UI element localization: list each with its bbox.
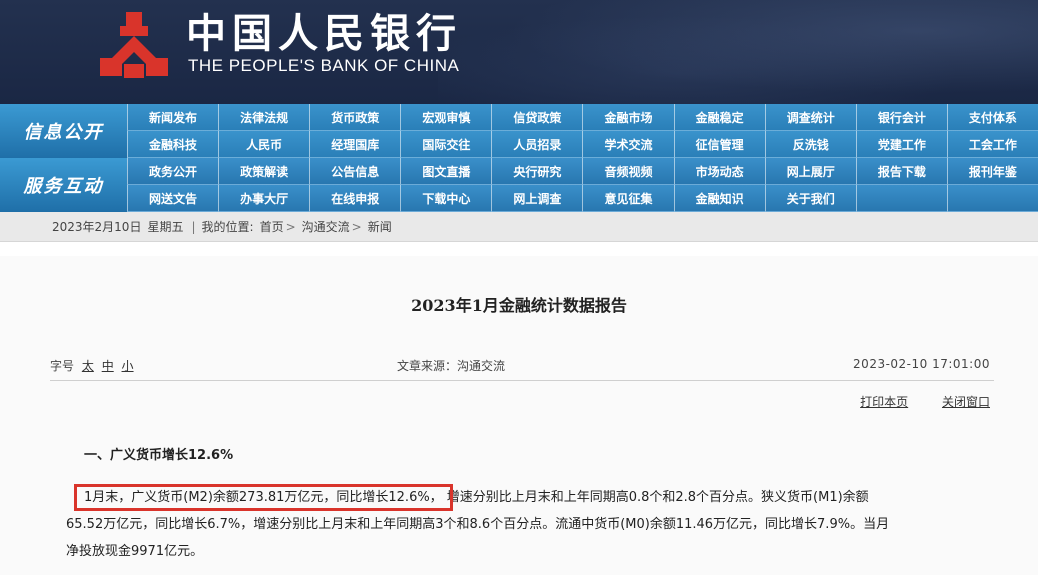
nav-item[interactable]: 货币政策 [309,104,401,131]
font-size-control: 字号 太 中 小 [50,357,134,374]
nav-item[interactable]: 金融稳定 [673,104,765,131]
font-size-small-link[interactable]: 小 [122,359,134,373]
section-heading: 一、广义货币增长12.6% [84,448,234,463]
nav-group-label: 信息公开 [0,104,127,158]
nav-item[interactable]: 意见征集 [582,185,674,212]
nav-group-service-interaction: 服务互动 政务公开 政策解读 公告信息 图文直播 央行研究 音频视频 市场动态 … [0,158,1038,212]
nav-item[interactable]: 支付体系 [946,104,1038,131]
breadcrumb-separator: > [351,219,362,234]
article-title: 2023年1月金融统计数据报告 [411,296,627,315]
current-date: 2023年2月10日 [52,220,142,234]
font-size-medium-link[interactable]: 中 [102,359,114,373]
bank-name-chinese: 中国人民银行 [186,10,462,57]
close-window-link[interactable]: 关闭窗口 [942,395,990,409]
nav-item[interactable]: 信贷政策 [491,104,583,131]
print-page-link[interactable]: 打印本页 [860,395,908,409]
main-navigation: 信息公开 新闻发布 法律法规 货币政策 宏观审慎 信贷政策 金融市场 金融稳定 … [0,104,1038,212]
nav-item[interactable]: 人民币 [218,131,310,158]
article-source: 文章来源：沟通交流 [397,359,506,373]
breadcrumb-communication-link[interactable]: 沟通交流 [302,218,350,235]
location-label: 我的位置: [201,220,254,234]
article-paragraph: 1月末，广义货币(M2)余额273.81万亿元，同比增长12.6%， 增速分别比上… [66,484,996,565]
nav-item[interactable]: 反洗钱 [764,131,856,158]
nav-item[interactable]: 工会工作 [946,131,1038,158]
nav-item[interactable]: 图文直播 [400,158,492,185]
nav-item[interactable]: 金融科技 [127,131,219,158]
banner-background-pattern [438,0,1038,104]
pboc-emblem-icon[interactable] [96,8,172,84]
paragraph-text: 增速分别比上月末和上年同期高0.8个和2.8个百分点。狭义货币(M1)余额 [446,490,869,505]
breadcrumb-bar: 2023年2月10日 星期五 | 我的位置: 首页 > 沟通交流 > 新闻 [0,212,1038,242]
nav-item[interactable]: 宏观审慎 [400,104,492,131]
nav-item[interactable]: 金融知识 [673,185,765,212]
nav-item[interactable]: 征信管理 [673,131,765,158]
site-header: 中国人民银行 THE PEOPLE'S BANK OF CHINA [0,0,1038,104]
bank-name-english: THE PEOPLE'S BANK OF CHINA [188,56,460,75]
nav-item[interactable]: 调查统计 [764,104,856,131]
article-datetime: 2023-02-10 17:01:00 [853,357,990,371]
paragraph-line: 净投放现金9971亿元。 [66,544,204,559]
nav-grid: 政务公开 政策解读 公告信息 图文直播 央行研究 音频视频 市场动态 网上展厅 … [127,158,1038,212]
nav-item[interactable]: 国际交往 [400,131,492,158]
breadcrumb-separator: > [285,219,296,234]
nav-item[interactable]: 公告信息 [309,158,401,185]
breadcrumb-news-link[interactable]: 新闻 [368,218,392,235]
nav-item[interactable]: 政务公开 [127,158,219,185]
nav-item[interactable]: 报刊年鉴 [946,158,1038,185]
nav-item[interactable]: 法律法规 [218,104,310,131]
nav-item[interactable]: 人员招录 [491,131,583,158]
paragraph-line: 65.52万亿元，同比增长6.7%，增速分别比上月末和上年同期高3个和8.6个百… [66,517,890,532]
breadcrumb-home-link[interactable]: 首页 [260,218,284,235]
breadcrumb-divider: | [191,219,196,234]
nav-item[interactable]: 办事大厅 [218,185,310,212]
nav-item[interactable]: 银行会计 [855,104,947,131]
current-weekday: 星期五 [147,220,184,234]
nav-item[interactable]: 报告下载 [855,158,947,185]
nav-item[interactable]: 下载中心 [400,185,492,212]
nav-item[interactable]: 音频视频 [582,158,674,185]
nav-item[interactable]: 网上展厅 [764,158,856,185]
font-size-large-link[interactable]: 太 [82,359,94,373]
nav-item[interactable]: 学术交流 [582,131,674,158]
nav-item[interactable]: 在线申报 [309,185,401,212]
nav-group-label: 服务互动 [0,158,127,212]
nav-item[interactable]: 关于我们 [764,185,856,212]
nav-item[interactable]: 网上调查 [491,185,583,212]
nav-item-empty [946,185,1038,212]
nav-item[interactable]: 网送文告 [127,185,219,212]
nav-item[interactable]: 党建工作 [855,131,947,158]
font-size-label: 字号 [50,359,75,373]
nav-item[interactable]: 新闻发布 [127,104,219,131]
article-meta: 字号 太 中 小 文章来源：沟通交流 2023-02-10 17:01:00 [50,351,994,381]
nav-item[interactable]: 金融市场 [582,104,674,131]
paragraph-line: 1月末，广义货币(M2)余额273.81万亿元，同比增长12.6%， 增速分别比上… [66,484,996,511]
nav-item[interactable]: 央行研究 [491,158,583,185]
article-actions: 打印本页 关闭窗口 [830,393,990,410]
nav-grid: 新闻发布 法律法规 货币政策 宏观审慎 信贷政策 金融市场 金融稳定 调查统计 … [127,104,1038,158]
nav-item[interactable]: 经理国库 [309,131,401,158]
nav-group-info-disclosure: 信息公开 新闻发布 法律法规 货币政策 宏观审慎 信贷政策 金融市场 金融稳定 … [0,104,1038,158]
nav-item[interactable]: 市场动态 [673,158,765,185]
nav-item[interactable]: 政策解读 [218,158,310,185]
highlighted-sentence: 1月末，广义货币(M2)余额273.81万亿元，同比增长12.6%， [74,484,453,511]
nav-item-empty [855,185,947,212]
